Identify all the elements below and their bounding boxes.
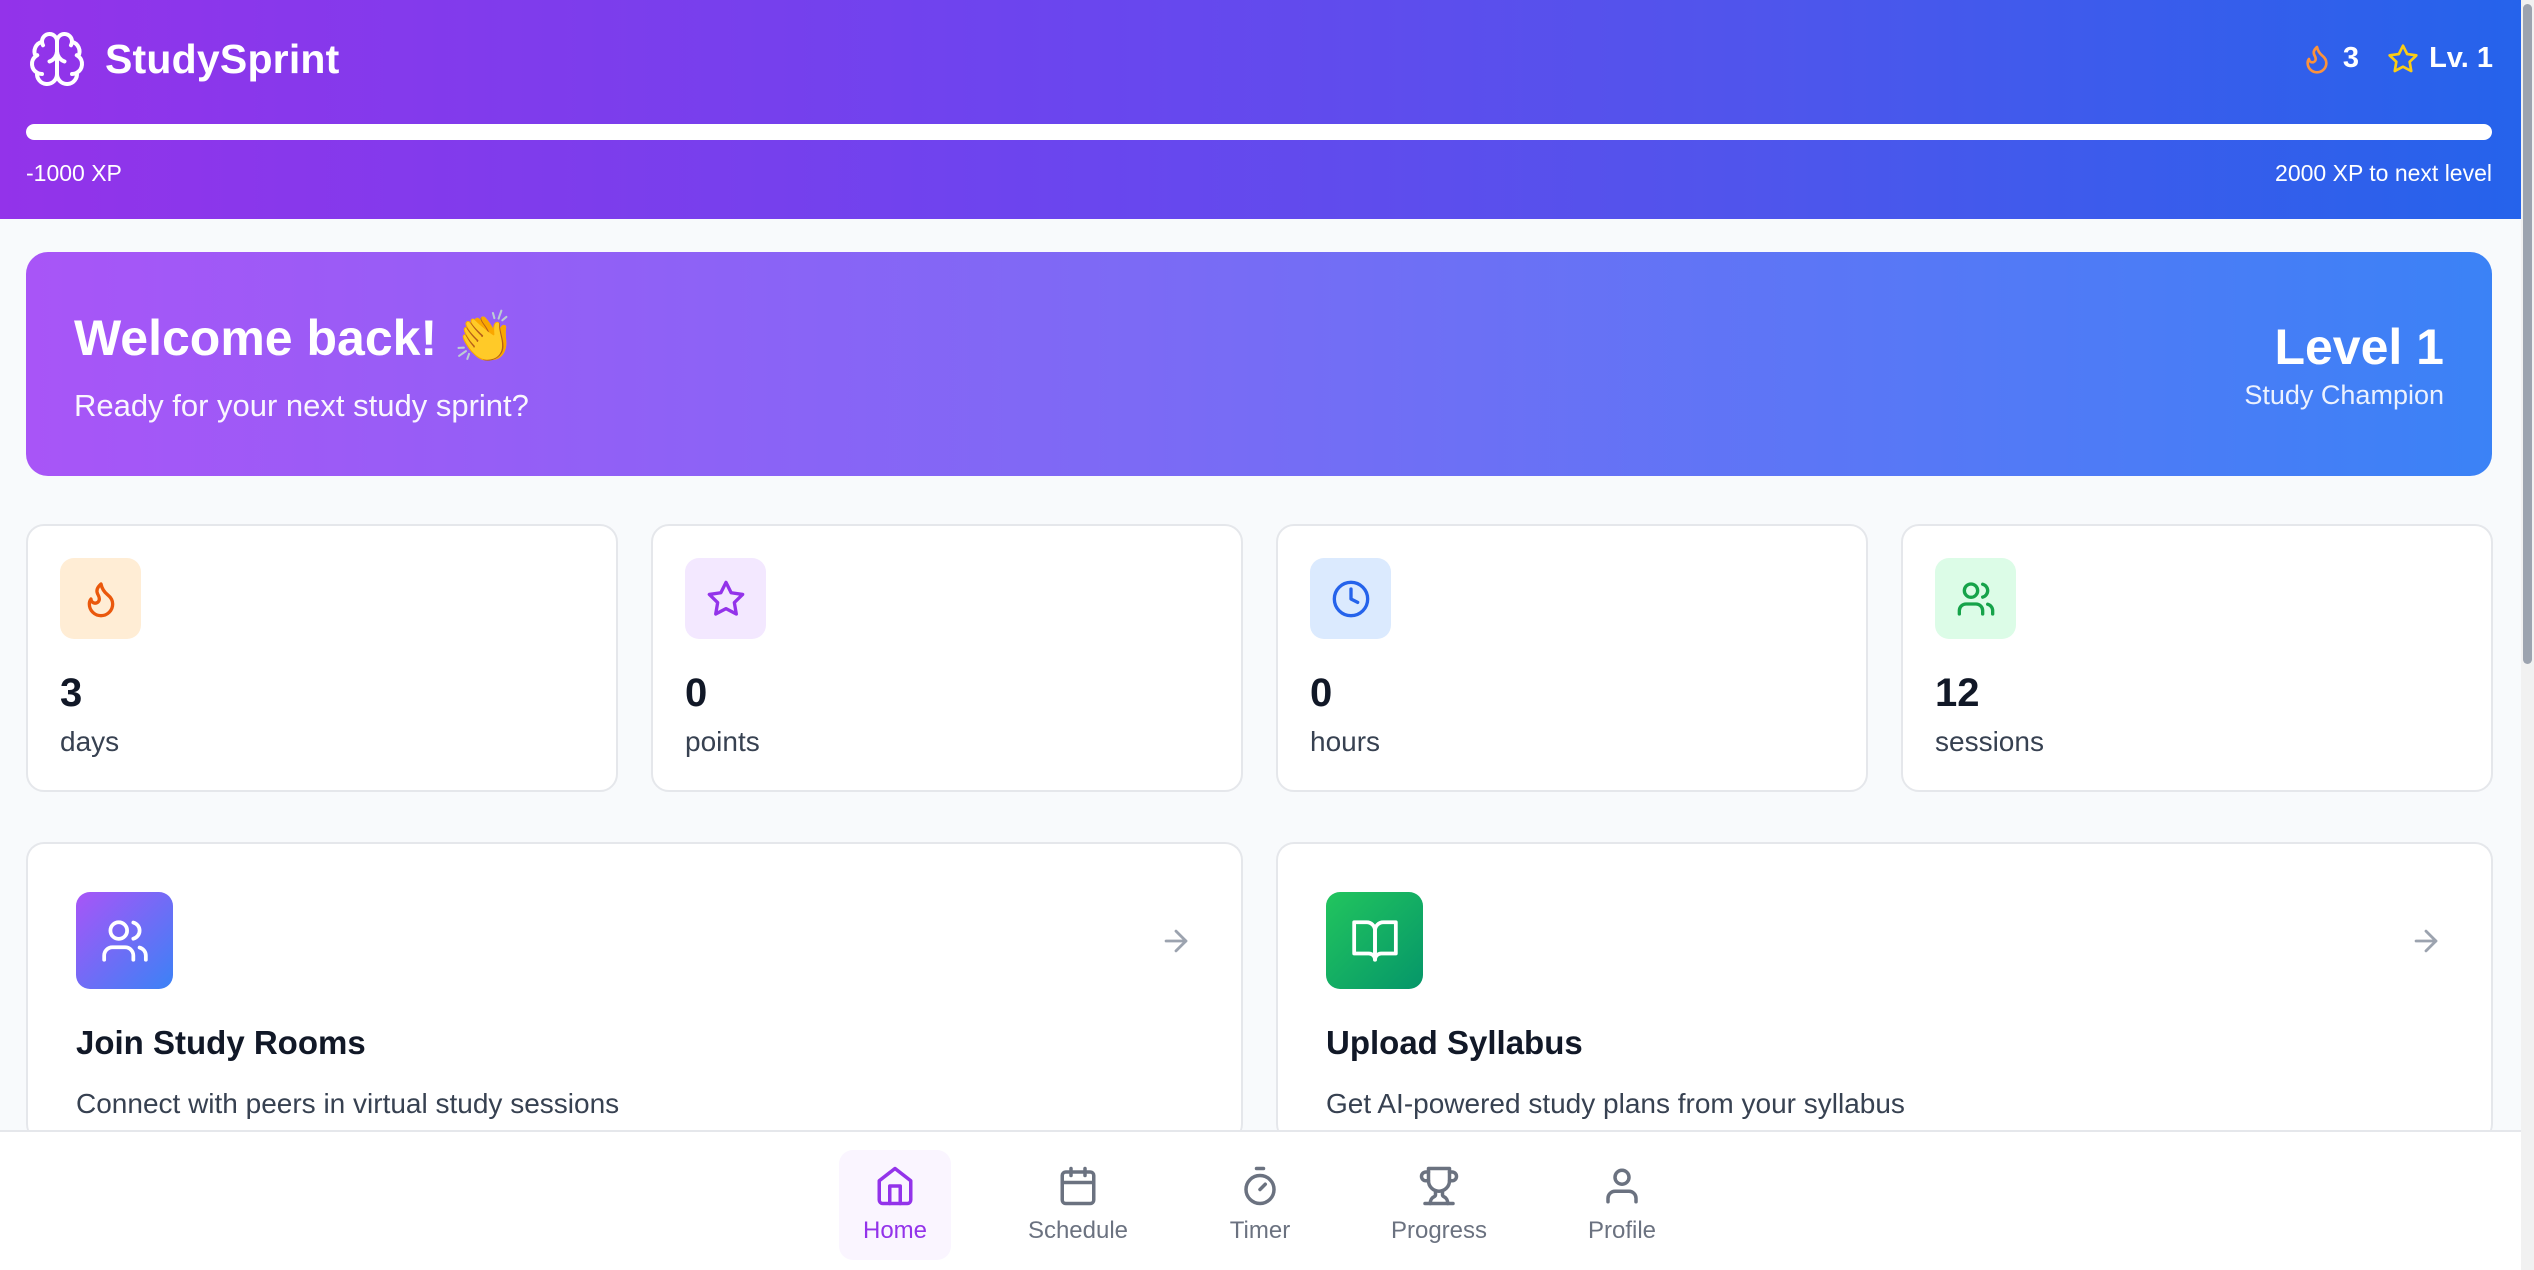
book-open-icon bbox=[1351, 919, 1398, 962]
app-header: StudySprint 3 Lv. 1 -1000 XP 2000 XP to … bbox=[0, 0, 2521, 219]
star-icon bbox=[707, 580, 744, 616]
stat-card-sessions: 12 sessions bbox=[1901, 524, 2493, 792]
stat-card-streak: 3 days bbox=[26, 524, 618, 792]
nav-item-timer[interactable]: Timer bbox=[1204, 1150, 1316, 1260]
upload-syllabus-card[interactable]: Upload Syllabus Get AI-powered study pla… bbox=[1276, 842, 2493, 1142]
stat-value: 0 bbox=[685, 671, 708, 715]
nav-item-home[interactable]: Home bbox=[839, 1150, 951, 1260]
welcome-title: Welcome back! 👏 bbox=[74, 308, 515, 367]
stat-card-points: 0 points bbox=[651, 524, 1243, 792]
streak-count: 3 bbox=[2342, 42, 2360, 74]
stat-label: points bbox=[685, 726, 760, 757]
nav-item-schedule[interactable]: Schedule bbox=[1022, 1150, 1134, 1260]
xp-progress-bar bbox=[26, 124, 2492, 140]
home-icon bbox=[877, 1166, 913, 1206]
flame-icon bbox=[2306, 45, 2328, 74]
user-icon bbox=[1606, 1168, 1638, 1204]
app-name: StudySprint bbox=[105, 35, 340, 82]
clapping-hands-icon: 👏 bbox=[453, 309, 516, 365]
level-indicator: Lv. 1 bbox=[2387, 42, 2493, 75]
trophy-icon bbox=[1419, 1166, 1459, 1206]
xp-to-next-level: 2000 XP to next level bbox=[2275, 160, 2492, 186]
xp-progress-fill bbox=[26, 124, 2492, 140]
users-icon bbox=[1957, 581, 1994, 616]
nav-item-profile[interactable]: Profile bbox=[1566, 1150, 1678, 1260]
stat-card-hours: 0 hours bbox=[1276, 524, 1868, 792]
timer-icon bbox=[1244, 1166, 1276, 1206]
bottom-nav: Home Schedule Timer Progress Profile bbox=[0, 1130, 2521, 1270]
arrow-right-icon[interactable] bbox=[2409, 924, 2443, 958]
stat-icon-container bbox=[1935, 558, 2016, 639]
clock-icon bbox=[1332, 580, 1369, 617]
stat-icon-container bbox=[685, 558, 766, 639]
level-badge: Lv. 1 bbox=[2429, 42, 2493, 74]
stat-label: days bbox=[60, 726, 120, 757]
nav-label: Home bbox=[862, 1217, 928, 1244]
user-rank: Study Champion bbox=[2244, 380, 2444, 410]
nav-label: Progress bbox=[1390, 1217, 1488, 1244]
xp-current: -1000 XP bbox=[26, 160, 122, 186]
user-level: Level 1 bbox=[2274, 319, 2444, 375]
action-description: Get AI-powered study plans from your syl… bbox=[1326, 1088, 1905, 1119]
action-description: Connect with peers in virtual study sess… bbox=[76, 1088, 620, 1119]
scrollbar[interactable] bbox=[2521, 0, 2534, 1270]
action-icon-container bbox=[1326, 892, 1423, 989]
action-icon-container bbox=[76, 892, 173, 989]
flame-icon bbox=[87, 581, 114, 617]
brand[interactable]: StudySprint bbox=[27, 29, 340, 89]
nav-label: Schedule bbox=[1027, 1217, 1129, 1244]
brain-icon bbox=[30, 32, 84, 86]
nav-item-progress[interactable]: Progress bbox=[1383, 1150, 1495, 1260]
join-study-rooms-card[interactable]: Join Study Rooms Connect with peers in v… bbox=[26, 842, 1243, 1142]
stat-icon-container bbox=[60, 558, 141, 639]
header-stats: 3 Lv. 1 bbox=[2301, 42, 2493, 75]
nav-label: Profile bbox=[1587, 1217, 1657, 1244]
stat-value: 3 bbox=[60, 671, 83, 715]
welcome-subtitle: Ready for your next study sprint? bbox=[74, 388, 529, 423]
welcome-title-text: Welcome back! bbox=[74, 309, 438, 366]
stat-label: hours bbox=[1310, 726, 1381, 757]
scrollbar-thumb[interactable] bbox=[2523, 4, 2532, 664]
action-title: Upload Syllabus bbox=[1326, 1024, 1583, 1061]
stat-icon-container bbox=[1310, 558, 1391, 639]
users-icon bbox=[101, 919, 148, 962]
star-icon bbox=[2388, 43, 2418, 72]
stat-value: 12 bbox=[1935, 671, 1980, 715]
nav-label: Timer bbox=[1229, 1217, 1291, 1244]
stat-value: 0 bbox=[1310, 671, 1333, 715]
arrow-right-icon[interactable] bbox=[1159, 924, 1193, 958]
streak-indicator: 3 bbox=[2301, 42, 2359, 75]
action-title: Join Study Rooms bbox=[76, 1024, 366, 1061]
welcome-banner: Welcome back! 👏 Ready for your next stud… bbox=[26, 252, 2492, 476]
calendar-icon bbox=[1060, 1166, 1096, 1206]
stat-label: sessions bbox=[1935, 726, 2044, 757]
